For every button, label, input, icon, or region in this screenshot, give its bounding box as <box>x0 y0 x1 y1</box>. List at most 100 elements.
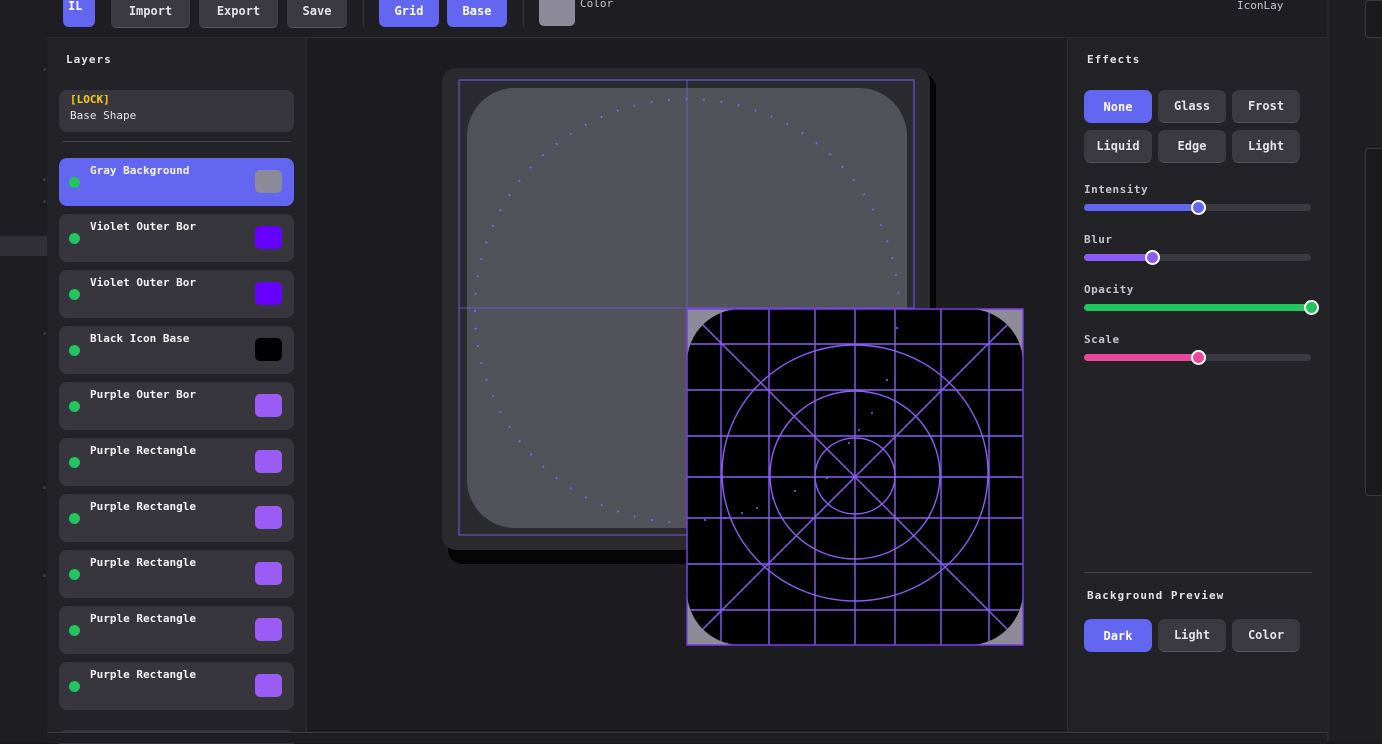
layer-color-swatch[interactable] <box>255 338 282 361</box>
effect-label: Light <box>1247 139 1285 153</box>
effects-divider <box>1084 572 1312 573</box>
background-box <box>1365 0 1382 38</box>
intensity-label: Intensity <box>1084 183 1149 196</box>
layer-item[interactable]: Purple Rectangle <box>59 662 294 710</box>
layer-item[interactable]: Purple Outer Bor <box>59 382 294 430</box>
effect-label: Glass <box>1173 99 1211 113</box>
layer-item[interactable]: Black Icon Base <box>59 326 294 374</box>
preview-label: Light <box>1173 628 1211 642</box>
layer-name: Purple Rectangle <box>90 556 196 569</box>
grid-toggle[interactable]: Grid <box>379 0 439 27</box>
preview-color-button[interactable]: Color <box>1232 619 1300 652</box>
layer-color-swatch[interactable] <box>255 674 282 697</box>
base-label: Base <box>462 3 492 18</box>
background-dot <box>43 332 46 335</box>
layers-panel: Layers [LOCK] Base Shape Gray Background… <box>47 38 307 744</box>
status-bar <box>47 732 1327 743</box>
layer-color-swatch[interactable] <box>255 226 282 249</box>
import-button[interactable]: Import <box>111 0 190 28</box>
preview-dark-button[interactable]: Dark <box>1084 619 1152 652</box>
locked-layer-base-shape[interactable]: [LOCK] Base Shape <box>59 90 294 132</box>
visibility-dot-icon[interactable] <box>69 289 80 300</box>
visibility-dot-icon[interactable] <box>69 569 80 580</box>
preview-label: Color <box>1247 628 1285 642</box>
layer-item[interactable]: Violet Outer Bor <box>59 214 294 262</box>
visibility-dot-icon[interactable] <box>69 513 80 524</box>
layers-title: Layers <box>66 53 112 66</box>
scale-slider-handle[interactable] <box>1190 350 1206 365</box>
effect-glass-button[interactable]: Glass <box>1158 90 1226 123</box>
preview-label: Dark <box>1103 628 1133 643</box>
canvas-svg <box>442 68 1024 646</box>
layer-name: Purple Rectangle <box>90 668 196 681</box>
visibility-dot-icon[interactable] <box>69 233 80 244</box>
lock-tag: [LOCK] <box>70 93 110 106</box>
visibility-dot-icon[interactable] <box>69 625 80 636</box>
background-preview-title: Background Preview <box>1087 589 1225 602</box>
layer-item[interactable]: Gray Background <box>59 158 294 206</box>
effect-liquid-button[interactable]: Liquid <box>1084 130 1152 163</box>
import-label: Import <box>128 3 173 18</box>
layer-color-swatch[interactable] <box>255 170 282 193</box>
intensity-slider[interactable] <box>1084 200 1311 215</box>
effect-label: Frost <box>1247 99 1285 113</box>
layer-item[interactable]: Violet Outer Bor <box>59 270 294 318</box>
visibility-dot-icon[interactable] <box>69 345 80 356</box>
layer-name: Violet Outer Bor <box>90 220 196 233</box>
background-highlight-bar <box>0 236 47 256</box>
opacity-slider-handle[interactable] <box>1304 300 1319 315</box>
layer-name: Black Icon Base <box>90 332 190 345</box>
visibility-dot-icon[interactable] <box>69 177 80 188</box>
visibility-dot-icon[interactable] <box>69 401 80 412</box>
scale-label: Scale <box>1084 333 1120 346</box>
effect-edge-button[interactable]: Edge <box>1158 130 1226 163</box>
layer-color-swatch[interactable] <box>255 562 282 585</box>
intensity-slider-handle[interactable] <box>1190 200 1206 215</box>
layer-item[interactable]: Purple Rectangle <box>59 494 294 542</box>
blur-label: Blur <box>1084 233 1113 246</box>
effects-title: Effects <box>1087 53 1141 66</box>
scale-slider[interactable] <box>1084 350 1311 365</box>
color-swatch[interactable] <box>539 0 575 26</box>
effects-panel: Effects None Glass Frost Liquid Edge Lig… <box>1067 38 1328 732</box>
effect-label: Edge <box>1177 139 1207 153</box>
grid-label: Grid <box>394 3 424 18</box>
blur-slider-handle[interactable] <box>1145 250 1161 265</box>
effect-none-button[interactable]: None <box>1084 90 1152 123</box>
base-toggle[interactable]: Base <box>447 0 507 27</box>
layer-item[interactable]: Purple Rectangle <box>59 550 294 598</box>
effect-label: Liquid <box>1096 139 1140 153</box>
layer-name: Purple Rectangle <box>90 500 196 513</box>
toolbar-divider <box>523 0 524 26</box>
logo-text: IL <box>68 0 83 13</box>
layer-name: Purple Rectangle <box>90 444 196 457</box>
background-dot <box>43 574 46 577</box>
layer-item[interactable]: Purple Rectangle <box>59 606 294 654</box>
background-dot <box>43 486 46 489</box>
scale-slider-fill <box>1084 354 1198 361</box>
layer-color-swatch[interactable] <box>255 394 282 417</box>
layer-item[interactable]: Purple Rectangle <box>59 438 294 486</box>
blur-slider[interactable] <box>1084 250 1311 265</box>
export-button[interactable]: Export <box>199 0 278 28</box>
effect-label: None <box>1103 99 1133 114</box>
layer-color-swatch[interactable] <box>255 618 282 641</box>
save-button[interactable]: Save <box>287 0 347 28</box>
effect-frost-button[interactable]: Frost <box>1232 90 1300 123</box>
visibility-dot-icon[interactable] <box>69 681 80 692</box>
preview-light-button[interactable]: Light <box>1158 619 1226 652</box>
layer-color-swatch[interactable] <box>255 506 282 529</box>
effect-light-button[interactable]: Light <box>1232 130 1300 163</box>
canvas-area[interactable] <box>307 38 1067 732</box>
icon-grid <box>687 309 1023 645</box>
opacity-slider[interactable] <box>1084 300 1319 315</box>
icon-editor-app: IL Import Export Save Grid Base Color Ic… <box>47 0 1328 744</box>
background-dot <box>43 178 46 181</box>
layer-name: Purple Rectangle <box>90 612 196 625</box>
layer-color-swatch[interactable] <box>255 282 282 305</box>
intensity-slider-fill <box>1084 204 1198 211</box>
app-logo: IL <box>63 0 95 27</box>
visibility-dot-icon[interactable] <box>69 457 80 468</box>
locked-layer-name: Base Shape <box>70 109 137 122</box>
layer-color-swatch[interactable] <box>255 450 282 473</box>
